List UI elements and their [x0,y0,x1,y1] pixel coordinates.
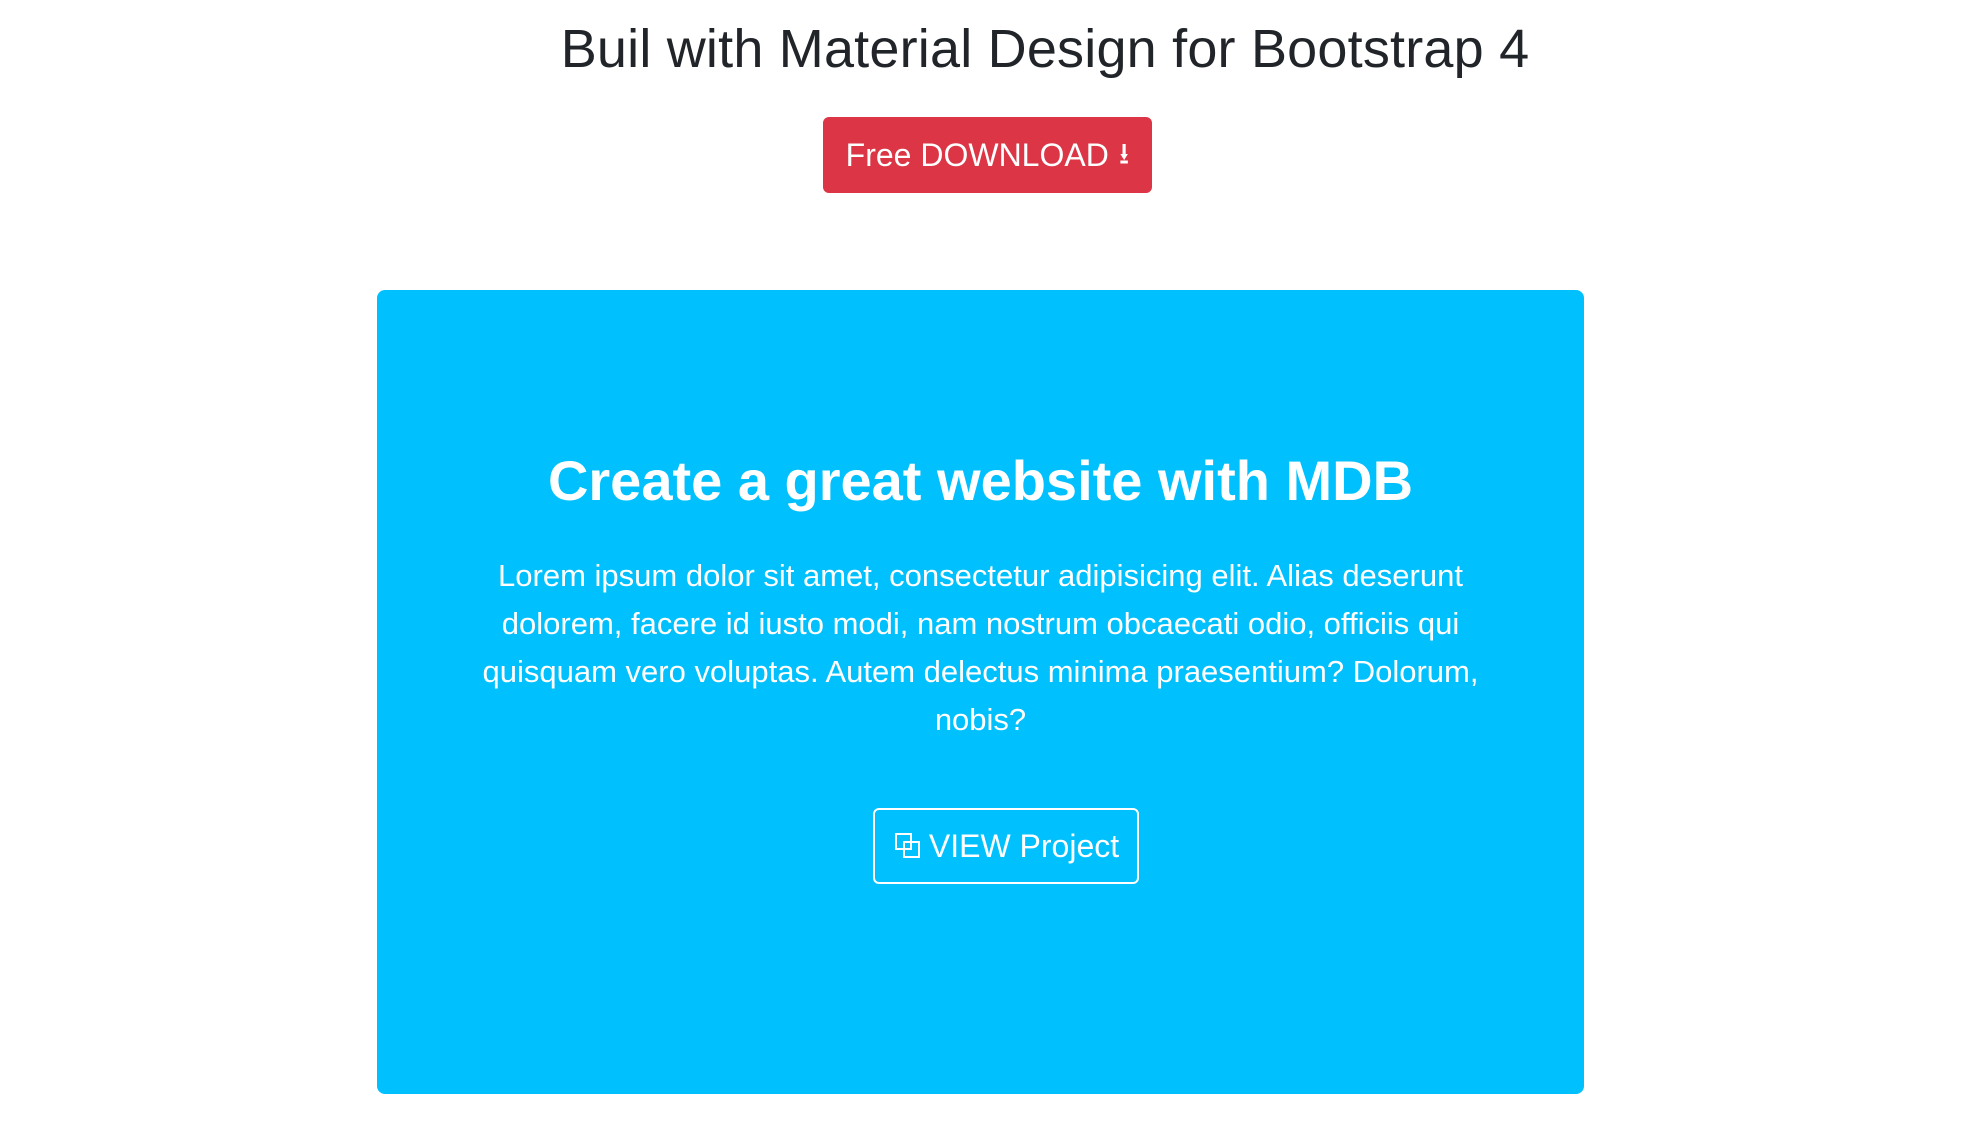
view-project-label: VIEW Project [928,827,1120,864]
download-arrow-icon: ⭳ [1118,137,1130,172]
page-title: Buil with Material Design for Bootstrap … [560,19,1530,79]
card-description: Lorem ipsum dolor sit amet, consectetur … [482,558,1479,737]
clone-icon [894,833,920,858]
view-project-button[interactable]: VIEW Project [873,808,1139,884]
free-download-button[interactable]: Free DOWNLOAD ⭳ [823,117,1152,193]
page: Buil with Material Design for Bootstrap … [0,0,1980,1140]
card-title: Create a great website with MDB [547,449,1414,512]
download-button-label: Free DOWNLOAD [845,136,1109,173]
promo-card: Create a great website with MDB Lorem ip… [377,290,1584,1094]
